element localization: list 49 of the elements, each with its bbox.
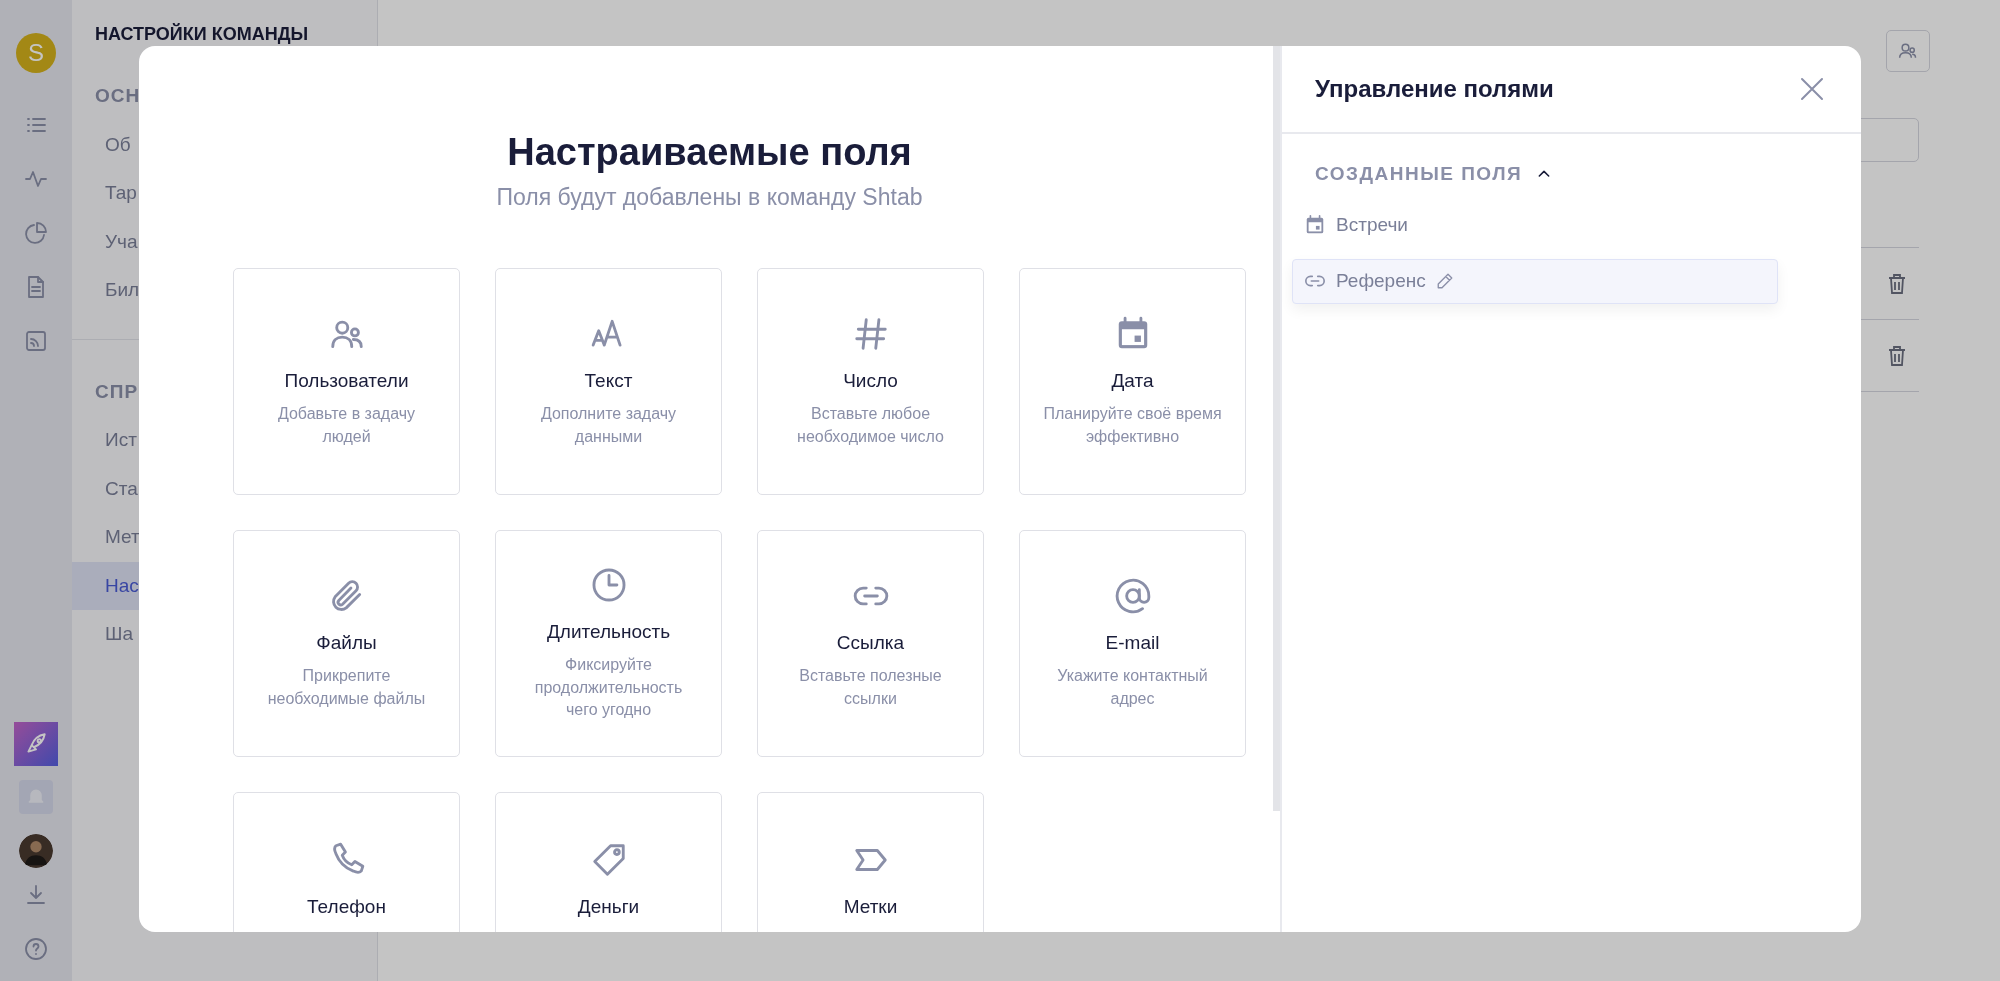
field-type-card[interactable]: E-mail Укажите контактный адрес	[1019, 530, 1246, 758]
field-type-card[interactable]: Текст Дополните задачу данными	[495, 268, 722, 496]
sidebar-item[interactable]: Ша	[72, 610, 133, 659]
field-type-card[interactable]: Пользователи Добавьте в задачу людей	[233, 268, 460, 496]
card-title: Дата	[1111, 368, 1154, 393]
card-title: E-mail	[1105, 630, 1160, 655]
card-title: Ссылка	[836, 630, 905, 655]
sidebar-item[interactable]: Тар	[72, 169, 137, 218]
section-toggle[interactable]: СОЗДАННЫЕ ПОЛЯ	[1282, 134, 1553, 189]
section-heading: СПР	[94, 379, 139, 404]
field-item[interactable]: Встречи	[1292, 202, 1778, 247]
card-title: Число	[843, 368, 898, 393]
card-title: Длительность	[546, 619, 671, 644]
sidebar-item[interactable]: Уча	[72, 217, 138, 266]
card-description: Укажите контактный адрес	[1056, 666, 1209, 709]
card-title: Деньги	[577, 895, 640, 920]
card-title: Текст	[584, 368, 633, 393]
sidebar-item[interactable]: Ста	[72, 464, 138, 513]
card-title: Телефон	[307, 895, 386, 920]
field-item[interactable]: Референс	[1292, 259, 1778, 304]
card-title: Пользователи	[284, 368, 409, 393]
panel-title: Управление полями	[1315, 74, 1554, 104]
card-description: Дополните задачу данными	[539, 404, 678, 447]
sidebar-item[interactable]: Об	[72, 120, 131, 169]
card-description: Добавьте в задачу людей	[276, 404, 417, 447]
field-type-card[interactable]: Файлы Прикрепите необходимые файлы	[233, 530, 460, 758]
field-type-card[interactable]: Дата Планируйте своё время эффективно	[1019, 268, 1246, 496]
field-type-card[interactable]: Число Вставьте любое необходимое число	[757, 268, 984, 496]
section-heading: ОСН	[94, 84, 141, 108]
card-description: Планируйте своё время эффективно	[1042, 404, 1223, 447]
card-description: Фиксируйте продолжительность чего угодно	[533, 655, 684, 721]
sidebar-item[interactable]: Нас	[72, 561, 139, 610]
modal-subtitle: Поля будут добавлены в команду Shtab	[495, 182, 924, 212]
field-type-card[interactable]: Деньги	[495, 792, 722, 932]
sidebar-item[interactable]: Мет	[72, 513, 140, 562]
modal-title: Настраиваемые поля	[506, 130, 913, 175]
card-description: Вставьте полезные ссылки	[798, 666, 943, 709]
field-type-card[interactable]: Телефон	[233, 792, 460, 932]
sidebar-item[interactable]: Бил	[72, 266, 140, 315]
card-description: Вставьте любое необходимое число	[796, 404, 945, 447]
avatar[interactable]: S	[16, 33, 56, 73]
sidebar-title: НАСТРОЙКИ КОМАНДЫ	[94, 24, 309, 44]
field-type-card[interactable]: Метки	[757, 792, 984, 932]
card-title: Файлы	[316, 630, 377, 655]
field-type-card[interactable]: Длительность Фиксируйте продолжительность чего угодно	[495, 530, 722, 758]
sidebar-item[interactable]: Ист	[72, 416, 137, 465]
card-description: Прикрепите необходимые файлы	[266, 666, 427, 709]
field-type-card[interactable]: Ссылка Вставьте полезные ссылки	[757, 530, 984, 758]
card-title: Метки	[843, 895, 898, 920]
